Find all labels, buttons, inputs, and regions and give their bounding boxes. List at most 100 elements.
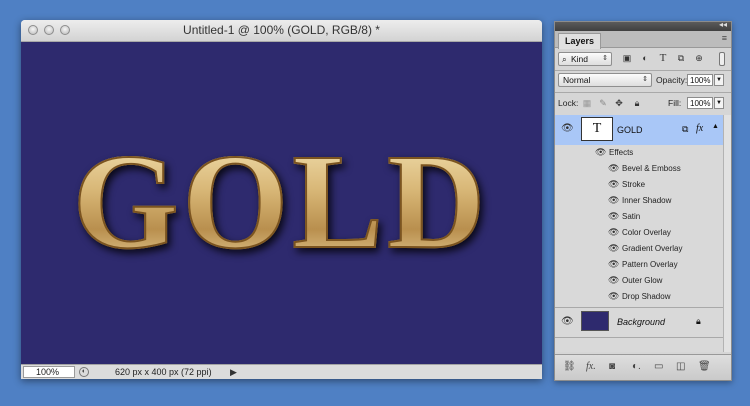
new-layer-icon[interactable]: ◫ [676,361,685,372]
effect-item[interactable]: 👁︎ Satin [555,209,723,225]
background-layer-thumbnail [581,311,609,331]
opacity-label: Opacity: [656,75,688,85]
proof-icon[interactable]: ◐ [79,367,89,377]
visibility-eye-icon[interactable]: 👁︎ [608,243,619,254]
effects-label: Effects [609,148,634,157]
effect-item[interactable]: 👁︎ Stroke [555,177,723,193]
tab-layers[interactable]: Layers [558,33,602,49]
visibility-eye-icon[interactable]: 👁︎ [608,163,619,174]
visibility-eye-icon[interactable]: 👁︎ [608,211,619,222]
effect-name: Bevel & Emboss [622,164,681,173]
effect-name: Pattern Overlay [622,260,678,269]
layer-row-background[interactable]: 👁︎ Background 🔒︎ [555,308,723,336]
search-icon: ⌕ [562,54,567,64]
adjustment-icon[interactable]: ◐. [632,361,641,372]
canvas[interactable]: GOLD [21,42,542,364]
zoom-field[interactable]: 100% [23,366,75,378]
document-titlebar[interactable]: Untitled-1 @ 100% (GOLD, RGB/8) * [21,20,542,42]
panel-bottom-toolbar: ⛓︎ fx. ◙ ◐. ▭ ◫ 🗑︎ [555,354,731,380]
layers-panel: ◂◂ Layers ≡ ⌕ Kind ⇕ ▣ ◐ T ⧉ ⊕ Normal ⇕ … [554,21,732,381]
effect-item[interactable]: 👁︎ Outer Glow [555,273,723,289]
opacity-dropdown[interactable]: ▼ [714,74,724,86]
folder-icon[interactable]: ▭ [654,361,663,372]
layer-name[interactable]: GOLD [617,125,643,135]
minimize-window-button[interactable] [44,25,54,35]
effect-item[interactable]: 👁︎ Color Overlay [555,225,723,241]
effect-item[interactable]: 👁︎ Pattern Overlay [555,257,723,273]
divider [555,337,723,338]
effect-name: Stroke [622,180,646,189]
effect-item[interactable]: 👁︎ Drop Shadow [555,289,723,305]
filter-row: ⌕ Kind ⇕ ▣ ◐ T ⧉ ⊕ [555,52,731,66]
trash-icon[interactable]: 🗑︎ [698,361,711,372]
link-icon[interactable]: ⛓︎ [563,361,576,372]
filter-toggle[interactable] [719,52,725,66]
divider [555,70,731,71]
text-layer-thumbnail: T [581,117,613,141]
pixel-filter-icon[interactable]: ▣ [621,52,633,64]
panel-dock-bar[interactable]: ◂◂ [555,22,731,31]
chevron-down-icon: ⇕ [642,76,648,83]
fx-icon[interactable]: fx. [586,361,596,372]
shape-filter-icon[interactable]: ⧉ [675,52,687,64]
document-window: Untitled-1 @ 100% (GOLD, RGB/8) * GOLD 1… [21,20,542,379]
status-bar: 100% ◐ 620 px x 400 px (72 ppi) ▶ [21,364,542,379]
visibility-eye-icon[interactable]: 👁︎ [608,227,619,238]
effect-name: Color Overlay [622,228,671,237]
effect-name: Inner Shadow [622,196,672,205]
visibility-eye-icon[interactable]: 👁︎ [608,275,619,286]
adjustment-filter-icon[interactable]: ◐ [639,52,651,64]
document-info: 620 px x 400 px (72 ppi) [115,367,212,377]
lock-icon: 🔒︎ [696,316,701,326]
blend-mode-value: Normal [563,75,591,85]
visibility-eye-icon[interactable]: 👁︎ [608,291,619,302]
lock-row: Lock: ▦ ✎ ✥ 🔒︎ Fill: 100% ▼ [555,96,731,110]
type-filter-icon[interactable]: T [657,52,669,64]
document-title: Untitled-1 @ 100% (GOLD, RGB/8) * [183,23,380,37]
visibility-eye-icon[interactable]: 👁︎ [608,259,619,270]
layer-list-scrollbar[interactable] [723,115,731,352]
lock-label: Lock: [558,98,579,108]
fill-field[interactable]: 100% [687,97,713,109]
layer-row-gold[interactable]: 👁︎ T GOLD ⧉ fx ▲ [555,115,723,145]
smart-object-icon: ⧉ [682,124,689,134]
lock-position-icon[interactable]: ✥ [613,97,625,109]
divider [555,92,731,93]
lock-pixels-icon[interactable]: ✎ [597,97,609,109]
effects-row[interactable]: 👁︎ Effects [555,145,723,161]
fx-icon[interactable]: fx [696,123,703,134]
visibility-eye-icon[interactable]: 👁︎ [595,147,606,158]
fill-label: Fill: [668,98,682,108]
panel-tab-row: Layers ≡ [555,31,731,49]
layer-list: 👁︎ T GOLD ⧉ fx ▲ 👁︎ Effects 👁︎ Bevel & E… [555,115,731,352]
visibility-eye-icon[interactable]: 👁︎ [561,123,574,134]
effect-item[interactable]: 👁︎ Inner Shadow [555,193,723,209]
collapse-panel-icon[interactable]: ◂◂ [719,22,727,29]
canvas-gold-text: GOLD [41,133,521,271]
lock-all-icon[interactable]: 🔒︎ [631,97,643,109]
fill-dropdown[interactable]: ▼ [714,97,724,109]
filter-kind-label: Kind [571,54,589,64]
panel-menu-icon[interactable]: ≡ [722,33,727,43]
effect-name: Satin [622,212,641,221]
effect-item[interactable]: 👁︎ Gradient Overlay [555,241,723,257]
blend-mode-select[interactable]: Normal ⇕ [558,73,652,87]
mask-icon[interactable]: ◙ [609,361,615,372]
visibility-eye-icon[interactable]: 👁︎ [608,179,619,190]
blend-row: Normal ⇕ Opacity: 100% ▼ [555,73,731,87]
opacity-field[interactable]: 100% [687,74,713,86]
filter-kind-select[interactable]: ⌕ Kind ⇕ [558,52,612,66]
close-window-button[interactable] [28,25,38,35]
collapse-effects-icon[interactable]: ▲ [712,123,719,130]
effect-name: Drop Shadow [622,292,671,301]
lock-transparent-icon[interactable]: ▦ [581,97,593,109]
status-menu-arrow[interactable]: ▶ [230,365,237,379]
visibility-eye-icon[interactable]: 👁︎ [608,195,619,206]
visibility-eye-icon[interactable]: 👁︎ [561,316,574,327]
smart-object-filter-icon[interactable]: ⊕ [693,52,705,64]
zoom-window-button[interactable] [60,25,70,35]
layer-name[interactable]: Background [617,317,665,327]
effect-name: Gradient Overlay [622,244,683,253]
effect-name: Outer Glow [622,276,663,285]
effect-item[interactable]: 👁︎ Bevel & Emboss [555,161,723,177]
